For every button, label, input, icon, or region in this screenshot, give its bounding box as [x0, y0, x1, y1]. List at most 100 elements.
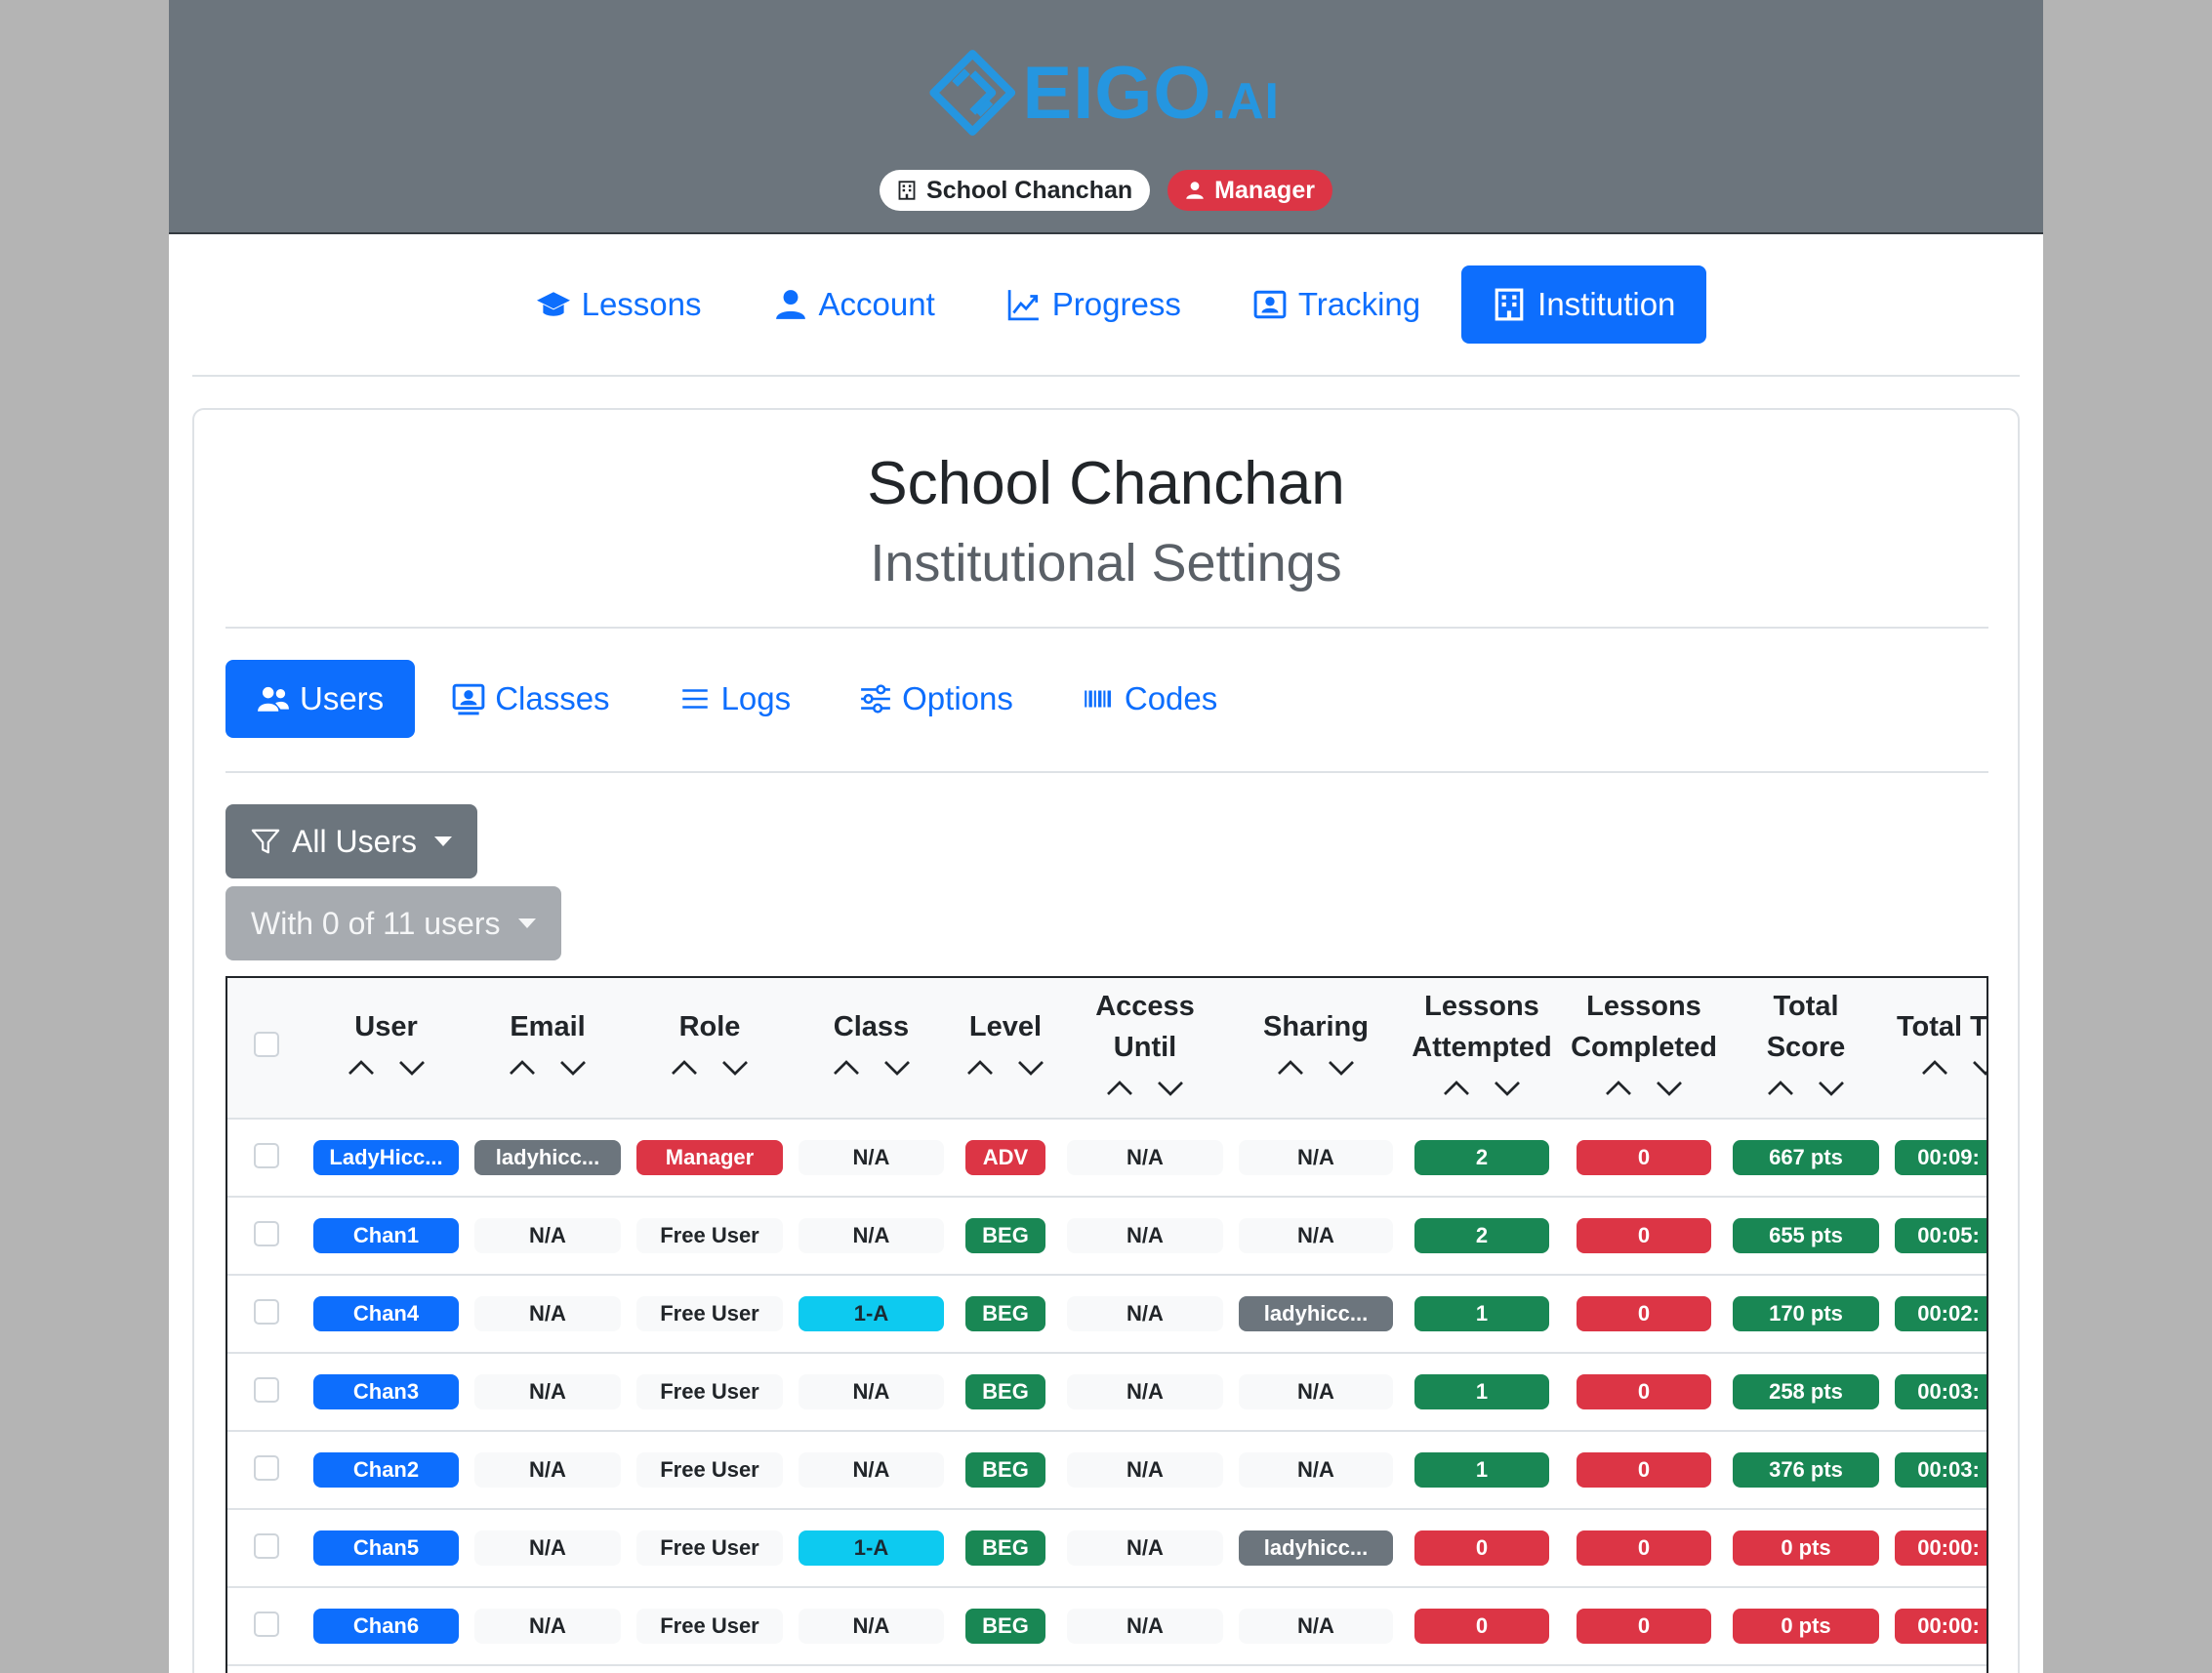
email-badge[interactable]: N/A [474, 1609, 621, 1644]
email-badge[interactable]: ladyhicc... [474, 1140, 621, 1175]
select-all-checkbox[interactable] [254, 1031, 279, 1057]
sort-ascending-icon[interactable] [1105, 1070, 1134, 1111]
sort-ascending-icon[interactable] [1766, 1070, 1795, 1111]
sort-descending-icon[interactable] [1817, 1070, 1846, 1111]
class-badge[interactable]: 1-A [799, 1530, 944, 1566]
sharing-badge[interactable]: ladyhicc... [1239, 1530, 1393, 1566]
table-row[interactable]: Chan6 N/A Free User N/A BEG N/A N/A 0 0 0 pts 00:0… [227, 1587, 1987, 1666]
email-badge[interactable]: N/A [474, 1530, 621, 1566]
cell-completed: 0 [1563, 1119, 1725, 1198]
sort-descending-icon[interactable] [720, 1049, 750, 1090]
sort-descending-icon[interactable] [1327, 1049, 1356, 1090]
sort-ascending-icon[interactable] [1442, 1070, 1471, 1111]
level-badge: ADV [965, 1140, 1045, 1175]
user-badge[interactable]: Chan3 [313, 1374, 459, 1409]
brand-logo[interactable]: EIGO.AI [928, 39, 1280, 146]
sort-descending-icon[interactable] [1156, 1070, 1185, 1111]
cell-user: LadyHicc... [306, 1119, 467, 1198]
column-header-sharing[interactable]: Sharing [1231, 978, 1401, 1120]
column-header-email[interactable]: Email [467, 978, 629, 1120]
row-checkbox[interactable] [254, 1220, 279, 1246]
sort-ascending-icon[interactable] [832, 1049, 861, 1090]
email-badge[interactable]: N/A [474, 1296, 621, 1331]
sharing-badge[interactable]: N/A [1239, 1140, 1393, 1175]
sort-ascending-icon[interactable] [1604, 1070, 1633, 1111]
sort-ascending-icon[interactable] [1276, 1049, 1305, 1090]
sort-descending-icon[interactable] [1493, 1070, 1522, 1111]
completed-badge: 0 [1577, 1452, 1711, 1488]
tab-classes[interactable]: Classes [421, 660, 640, 738]
user-filter-dropdown[interactable]: All Users [225, 804, 478, 878]
class-badge[interactable]: N/A [799, 1452, 944, 1488]
sharing-badge[interactable]: ladyhicc... [1239, 1296, 1393, 1331]
email-badge[interactable]: N/A [474, 1218, 621, 1253]
sort-ascending-icon[interactable] [1920, 1049, 1949, 1090]
sharing-badge[interactable]: N/A [1239, 1609, 1393, 1644]
tab-logs[interactable]: Logs [647, 660, 823, 738]
nav-lessons[interactable]: Lessons [506, 265, 733, 344]
user-badge[interactable]: Chan1 [313, 1218, 459, 1253]
tab-users[interactable]: Users [225, 660, 416, 738]
user-badge[interactable]: Chan5 [313, 1530, 459, 1566]
sort-descending-icon[interactable] [1971, 1049, 1987, 1090]
row-checkbox[interactable] [254, 1142, 279, 1168]
tab-codes[interactable]: Codes [1050, 660, 1249, 738]
class-badge[interactable]: N/A [799, 1218, 944, 1253]
class-badge[interactable]: 1-A [799, 1296, 944, 1331]
email-badge[interactable]: N/A [474, 1374, 621, 1409]
sharing-badge[interactable]: N/A [1239, 1218, 1393, 1253]
class-badge[interactable]: N/A [799, 1140, 944, 1175]
tab-options[interactable]: Options [828, 660, 1045, 738]
cell-level: ADV [952, 1119, 1059, 1198]
sort-ascending-icon[interactable] [508, 1049, 537, 1090]
sort-descending-icon[interactable] [882, 1049, 912, 1090]
column-header-level[interactable]: Level [952, 978, 1059, 1120]
table-row[interactable]: Chan3 N/A Free User N/A BEG N/A N/A 1 0 258 pts 00… [227, 1353, 1987, 1432]
sort-descending-icon[interactable] [397, 1049, 427, 1090]
sort-descending-icon[interactable] [558, 1049, 588, 1090]
sort-ascending-icon[interactable] [965, 1049, 995, 1090]
column-header-total-score[interactable]: Total Score [1725, 978, 1887, 1120]
selection-actions-dropdown[interactable]: With 0 of 11 users [225, 886, 561, 960]
sort-ascending-icon[interactable] [670, 1049, 699, 1090]
column-header-access-until[interactable]: Access Until [1059, 978, 1231, 1120]
column-header-user[interactable]: User [306, 978, 467, 1120]
class-badge[interactable]: N/A [799, 1609, 944, 1644]
table-row[interactable]: Chan1 N/A Free User N/A BEG N/A N/A 2 0 655 pts 00… [227, 1197, 1987, 1276]
table-row[interactable]: Chan4 N/A Free User 1-A BEG N/A ladyhicc... 1 0 1… [227, 1275, 1987, 1354]
nav-institution[interactable]: Institution [1461, 265, 1707, 344]
column-header-lessons-attempted[interactable]: Lessons Attempted [1401, 978, 1563, 1120]
row-checkbox[interactable] [254, 1376, 279, 1403]
sort-descending-icon[interactable] [1016, 1049, 1045, 1090]
cell-role: Free User [629, 1275, 791, 1354]
column-header-role[interactable]: Role [629, 978, 791, 1120]
row-checkbox[interactable] [254, 1298, 279, 1325]
table-row[interactable]: Chan2 N/A Free User N/A BEG N/A N/A 1 0 376 pts 00… [227, 1431, 1987, 1510]
sharing-badge[interactable]: N/A [1239, 1374, 1393, 1409]
row-checkbox[interactable] [254, 1454, 279, 1481]
class-badge[interactable]: N/A [799, 1374, 944, 1409]
nav-account[interactable]: Account [743, 265, 966, 344]
table-row[interactable]: Chan5 N/A Free User 1-A BEG N/A ladyhicc... 0 0 0… [227, 1509, 1987, 1588]
user-badge[interactable]: Chan2 [313, 1452, 459, 1488]
sort-descending-icon[interactable] [1655, 1070, 1684, 1111]
column-header-total-time[interactable]: Total Ti [1887, 978, 1987, 1120]
user-badge[interactable]: Chan6 [313, 1609, 459, 1644]
sort-ascending-icon[interactable] [347, 1049, 376, 1090]
users-table-container[interactable]: User Email Role Class Level Access Until … [225, 976, 1988, 1673]
cell-class: N/A [791, 1119, 952, 1198]
cell-access: N/A [1059, 1119, 1231, 1198]
sharing-badge[interactable]: N/A [1239, 1452, 1393, 1488]
column-header-class[interactable]: Class [791, 978, 952, 1120]
user-badge[interactable]: LadyHicc... [313, 1140, 459, 1175]
nav-progress[interactable]: Progress [976, 265, 1212, 344]
column-header-lessons-completed[interactable]: Lessons Completed [1563, 978, 1725, 1120]
nav-tracking[interactable]: Tracking [1222, 265, 1452, 344]
row-checkbox[interactable] [254, 1611, 279, 1637]
user-badge[interactable]: Chan4 [313, 1296, 459, 1331]
table-row[interactable]: LadyHicc... ladyhicc... Manager N/A ADV N/A N/… [227, 1119, 1987, 1198]
email-badge[interactable]: N/A [474, 1452, 621, 1488]
score-badge: 0 pts [1733, 1530, 1879, 1566]
row-checkbox[interactable] [254, 1532, 279, 1559]
cell-email: N/A [467, 1587, 629, 1666]
